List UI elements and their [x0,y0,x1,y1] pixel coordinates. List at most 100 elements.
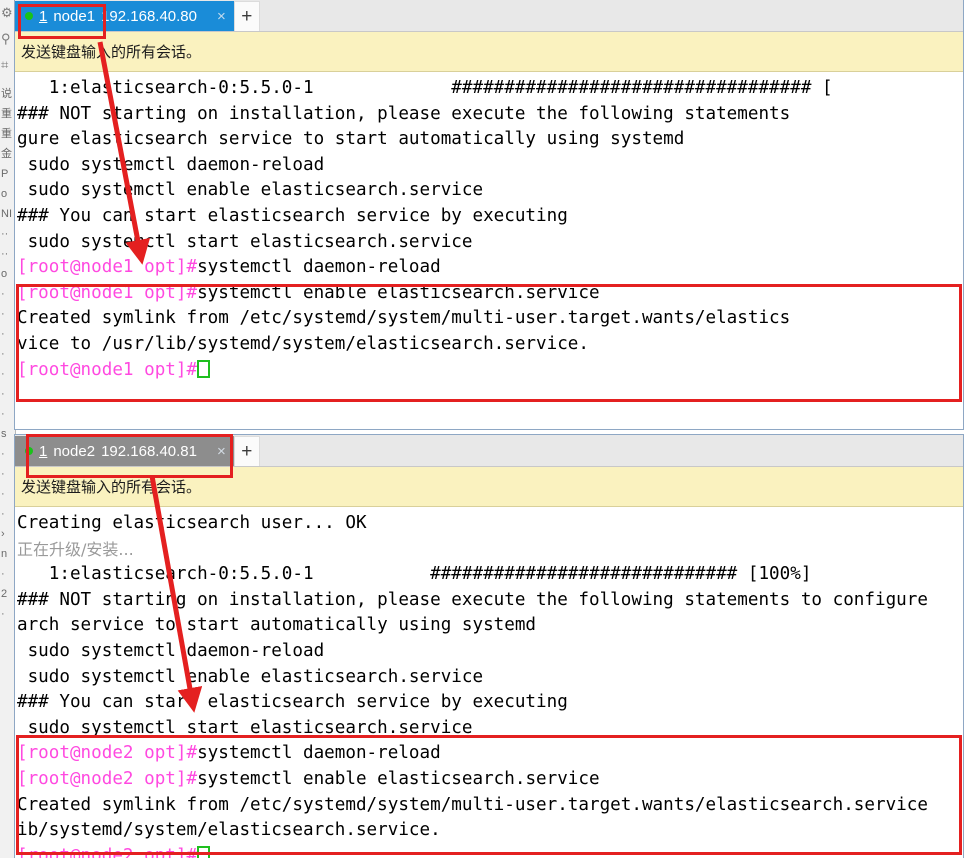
connected-dot-icon [25,447,33,455]
shell-prompt: [root@node2 opt]# [17,845,198,858]
terminal-output-node2[interactable]: Creating elasticsearch user... OK 正在升级/安装… [15,507,963,858]
terminal-text: gure elasticsearch service to start auto… [17,129,685,150]
terminal-line: sudo systemctl start elasticsearch.servi… [17,716,963,742]
terminal-line: sudo systemctl daemon-reload [17,639,963,665]
shell-prompt: [root@node1 opt]# [17,282,198,303]
strip-list-item[interactable]: ·· [0,224,15,244]
terminal-text: ib/systemd/system/elasticsearch.service. [17,820,441,841]
terminal-text: ### You can start elasticsearch service … [17,205,568,226]
strip-list-item[interactable]: NI [0,204,15,224]
strip-list-item[interactable]: › [0,524,15,544]
strip-list-item[interactable]: n [0,544,15,564]
strip-list-item[interactable]: · [0,404,15,424]
terminal-text: 1:elasticsearch-0:5.5.0-1 ##############… [17,564,812,585]
terminal-text: sudo systemctl enable elasticsearch.serv… [17,180,484,201]
strip-list-item[interactable]: 重 [0,104,15,124]
tab-number: 1 [39,7,48,25]
terminal-line: gure elasticsearch service to start auto… [17,127,963,153]
strip-list-item[interactable]: · [0,464,15,484]
shell-command: systemctl daemon-reload [197,743,441,764]
strip-list-item[interactable]: · [0,564,15,584]
tab-host: 192.168.40.80 [101,7,197,25]
broadcast-notice-bar-node2: 发送键盘输入的所有会话。 [15,467,963,507]
strip-icon[interactable]: ⌗ [0,52,15,78]
terminal-text: 正在升级/安装... [17,539,134,559]
strip-list-item[interactable]: · [0,344,15,364]
terminal-window-node2[interactable]: 1 node2 192.168.40.81 × + 发送键盘输入的所有会话。 C… [14,434,964,858]
strip-list-item[interactable]: ·· [0,244,15,264]
terminal-line: arch service to start automatically usin… [17,613,963,639]
terminal-line: vice to /usr/lib/systemd/system/elastics… [17,332,963,358]
strip-list-item[interactable]: s [0,424,15,444]
shell-command: systemctl enable elasticsearch.service [197,768,600,789]
new-tab-button[interactable]: + [233,1,260,31]
terminal-text: ### NOT starting on installation, please… [17,103,791,124]
shell-command: systemctl daemon-reload [197,257,441,278]
text-cursor [197,359,211,378]
terminal-text: ### NOT starting on installation, please… [17,589,928,610]
strip-list-item[interactable]: · [0,444,15,464]
terminal-line: [root@node1 opt]#systemctl daemon-reload [17,255,963,281]
terminal-line: sudo systemctl start elasticsearch.servi… [17,230,963,256]
terminal-text: sudo systemctl start elasticsearch.servi… [17,231,473,252]
terminal-window-node1[interactable]: 1 node1 192.168.40.80 × + 发送键盘输入的所有会话。 1… [14,0,964,430]
shell-prompt: [root@node2 opt]# [17,743,198,764]
terminal-line: ### You can start elasticsearch service … [17,204,963,230]
strip-list-item[interactable]: · [0,364,15,384]
strip-list-item[interactable]: 金 [0,144,15,164]
strip-list-item[interactable]: · [0,384,15,404]
terminal-text: Creating elasticsearch user... OK [17,513,367,533]
strip-list-item[interactable]: P [0,164,15,184]
shell-command: systemctl enable elasticsearch.service [197,282,600,303]
terminal-text: sudo systemctl enable elasticsearch.serv… [17,666,484,687]
tabstrip-node1: 1 node1 192.168.40.80 × + [15,0,963,32]
strip-list-item[interactable]: 2 [0,584,15,604]
broadcast-notice-text: 发送键盘输入的所有会话。 [21,479,202,496]
strip-icon[interactable]: ⚲ [0,26,15,52]
terminal-line: 正在升级/安装... [17,537,963,563]
tab-number: 1 [39,442,48,460]
strip-list-item[interactable]: · [0,504,15,524]
terminal-line: [root@node2 opt]# [17,844,963,858]
terminal-line: sudo systemctl daemon-reload [17,153,963,179]
terminal-text: sudo systemctl daemon-reload [17,640,325,661]
strip-list-item[interactable]: 重 [0,124,15,144]
strip-icon[interactable]: ⚙ [0,0,15,26]
strip-list-item[interactable]: · [0,324,15,344]
terminal-line: Created symlink from /etc/systemd/system… [17,306,963,332]
terminal-line: ### NOT starting on installation, please… [17,588,963,614]
terminal-text: 1:elasticsearch-0:5.5.0-1 ##############… [17,78,833,98]
tab-node1[interactable]: 1 node1 192.168.40.80 × [15,1,234,31]
terminal-text: arch service to start automatically usin… [17,615,537,636]
broadcast-notice-text: 发送键盘输入的所有会话。 [21,44,202,61]
terminal-line: sudo systemctl enable elasticsearch.serv… [17,665,963,691]
shell-prompt: [root@node1 opt]# [17,359,198,380]
strip-list-item[interactable]: · [0,484,15,504]
strip-list-item[interactable]: o [0,184,15,204]
broadcast-notice-bar-node1: 发送键盘输入的所有会话。 [15,32,963,72]
terminal-line: Created symlink from /etc/systemd/system… [17,793,963,819]
terminal-line: 1:elasticsearch-0:5.5.0-1 ##############… [17,76,963,102]
strip-list-item[interactable]: o [0,264,15,284]
terminal-output-node1[interactable]: 1:elasticsearch-0:5.5.0-1 ##############… [15,72,963,384]
close-icon[interactable]: × [217,8,226,25]
strip-list-item[interactable]: · [0,304,15,324]
tab-session-name: node2 [53,442,96,460]
tab-node2[interactable]: 1 node2 192.168.40.81 × [15,436,234,466]
strip-list-item[interactable]: · [0,604,15,624]
shell-prompt: [root@node1 opt]# [17,257,198,278]
strip-list-item[interactable]: 说 [0,84,15,104]
tab-host: 192.168.40.81 [101,442,197,460]
terminal-line: [root@node2 opt]#systemctl daemon-reload [17,741,963,767]
terminal-line: sudo systemctl enable elasticsearch.serv… [17,178,963,204]
close-icon[interactable]: × [217,443,226,460]
terminal-text: sudo systemctl daemon-reload [17,154,325,175]
text-cursor [197,845,211,858]
terminal-line: ### You can start elasticsearch service … [17,690,963,716]
terminal-text: Created symlink from /etc/systemd/system… [17,794,928,815]
shell-prompt: [root@node2 opt]# [17,768,198,789]
strip-list-item[interactable]: · [0,284,15,304]
terminal-line: [root@node2 opt]#systemctl enable elasti… [17,767,963,793]
terminal-text: Created symlink from /etc/systemd/system… [17,308,791,329]
new-tab-button[interactable]: + [233,436,260,466]
